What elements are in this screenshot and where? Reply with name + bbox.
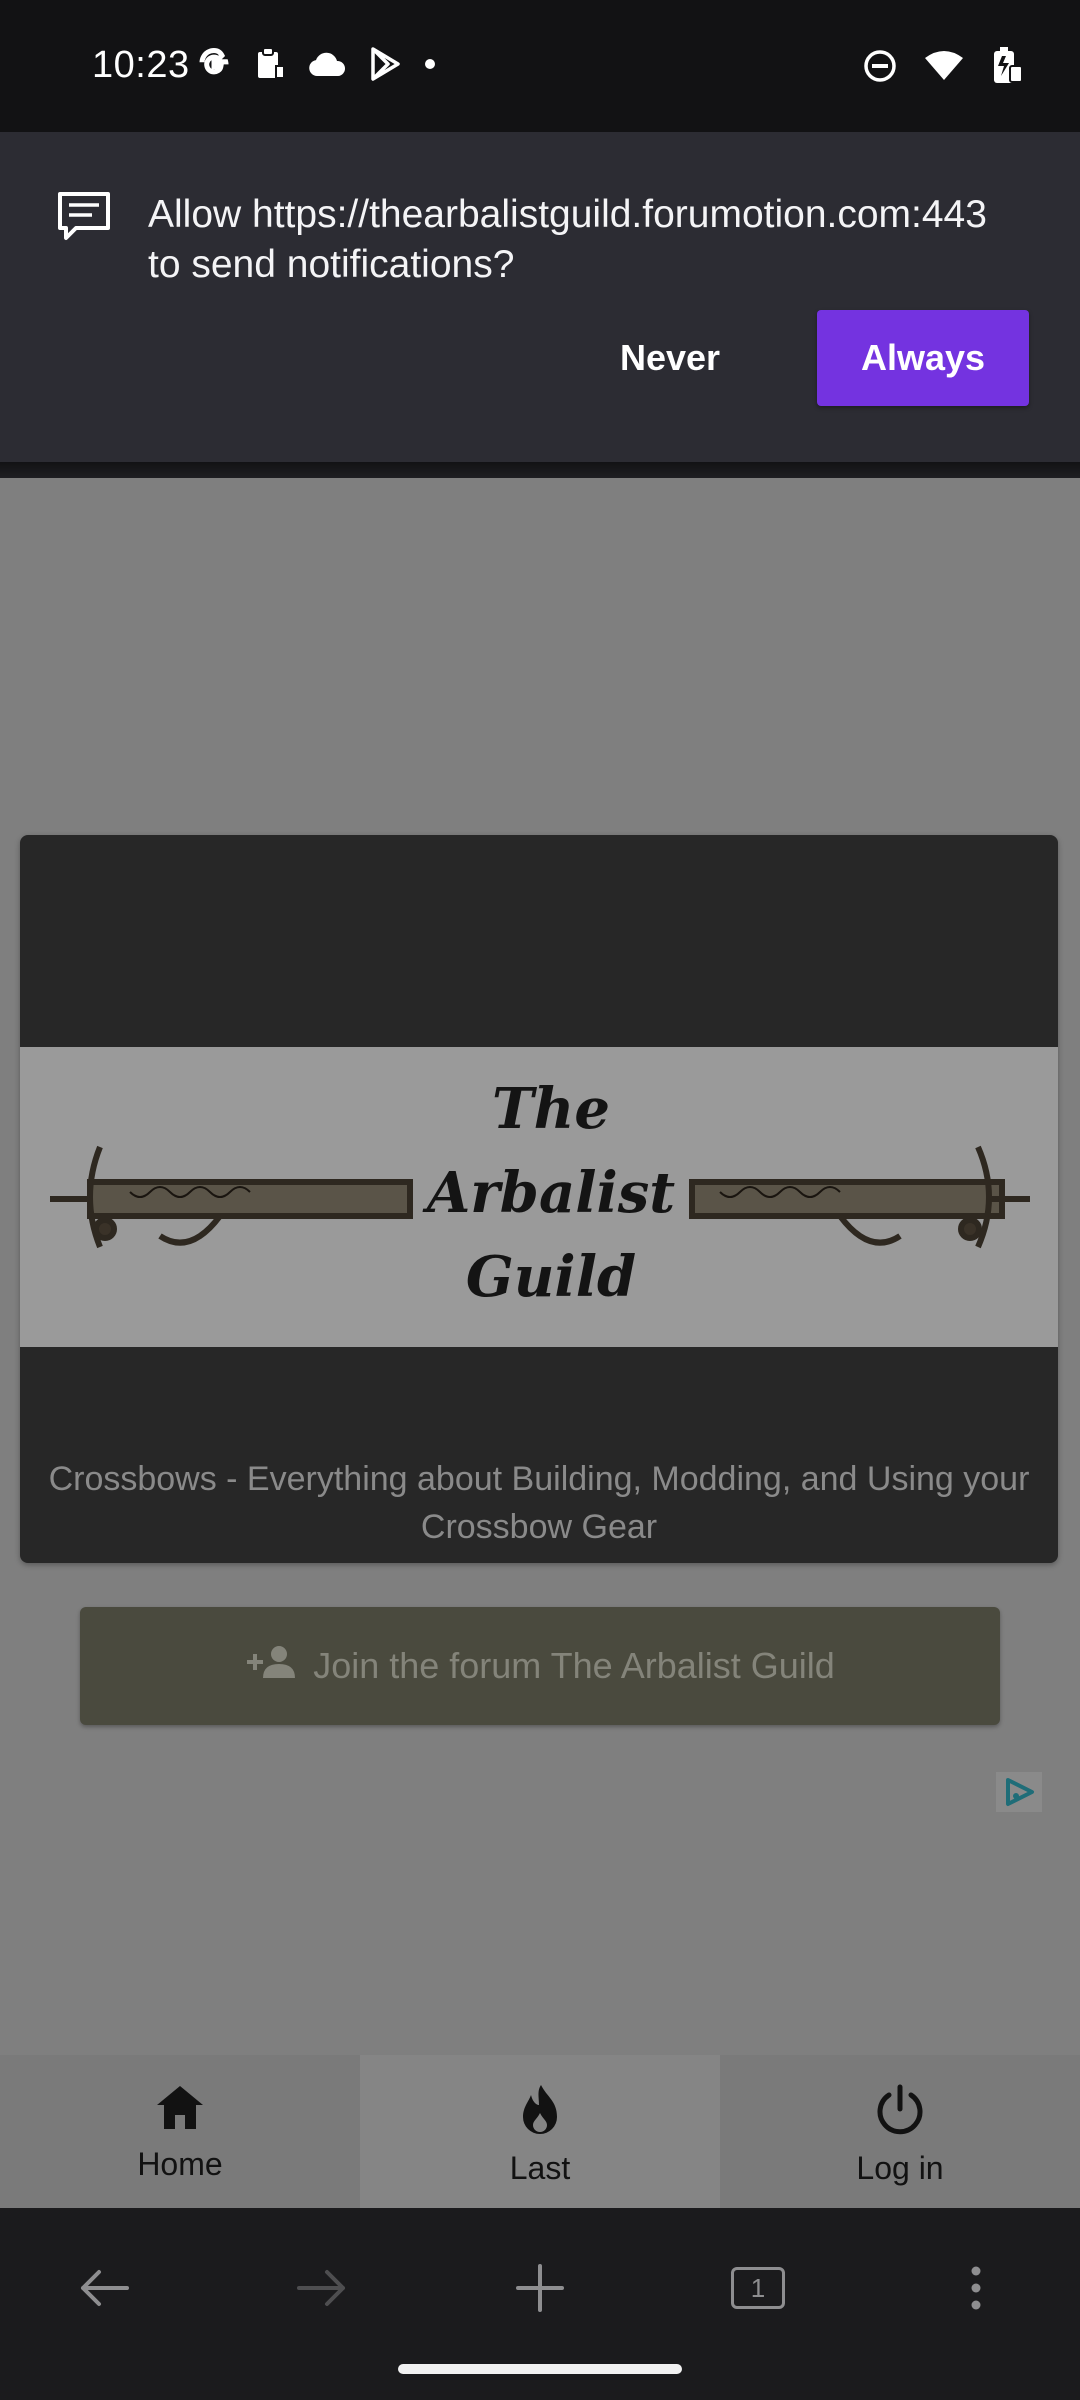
notification-permission-prompt: Allow https://thearbalistguild.forumotio… <box>0 132 1080 462</box>
new-tab-plus-icon[interactable] <box>500 2248 580 2328</box>
status-right-icons <box>862 46 1024 86</box>
join-forum-button[interactable]: Join the forum The Arbalist Guild <box>80 1607 1000 1725</box>
forum-bottom-nav: Home Last Log in <box>0 2055 1080 2208</box>
home-gesture-bar[interactable] <box>398 2364 682 2374</box>
logo-line: Guild <box>465 1244 637 1310</box>
notification-prompt-message: Allow https://thearbalistguild.forumotio… <box>148 193 987 286</box>
logo-line: Arbalist <box>426 1160 676 1226</box>
flame-icon <box>517 2083 563 2142</box>
banner-logo-text: The Arbalist Guild <box>416 1067 686 1319</box>
status-left-icons <box>196 46 436 82</box>
nav-item-home[interactable]: Home <box>0 2055 360 2208</box>
nav-item-last[interactable]: Last <box>360 2055 720 2208</box>
cloud-icon <box>308 50 346 78</box>
forum-tagline: Crossbows - Everything about Building, M… <box>48 1460 1030 1546</box>
status-time: 10:23 <box>92 44 190 86</box>
ad-choices-icon[interactable] <box>996 1772 1042 1817</box>
status-bar: 10:23 <box>0 0 1080 132</box>
add-user-icon <box>245 1644 299 1689</box>
banner-image: The Arbalist Guild <box>20 1047 1058 1347</box>
nav-item-log-in[interactable]: Log in <box>720 2055 1080 2208</box>
never-button[interactable]: Never <box>590 310 750 406</box>
home-icon <box>153 2083 207 2138</box>
clipboard-icon <box>254 46 286 82</box>
back-arrow-icon[interactable] <box>64 2248 144 2328</box>
play-store-icon <box>368 46 402 82</box>
battery-icon <box>990 46 1024 86</box>
logo-line: The <box>491 1076 610 1142</box>
nav-label-log-in: Log in <box>856 2150 944 2186</box>
tab-count: 1 <box>731 2267 785 2309</box>
power-icon <box>873 2083 927 2142</box>
wifi-icon <box>924 50 964 82</box>
join-forum-label: Join the forum The Arbalist Guild <box>313 1645 835 1686</box>
always-button[interactable]: Always <box>817 310 1029 406</box>
more-menu-icon[interactable] <box>936 2248 1016 2328</box>
forward-arrow-icon[interactable] <box>282 2248 362 2328</box>
nav-label-last: Last <box>509 2150 571 2186</box>
prompt-divider <box>0 462 1080 478</box>
google-icon <box>196 46 232 82</box>
message-icon <box>56 190 112 249</box>
forum-banner: The Arbalist Guild Crossbows - Everythin… <box>20 835 1058 1563</box>
tab-switcher-icon[interactable]: 1 <box>718 2248 798 2328</box>
do-not-disturb-icon <box>862 48 898 84</box>
nav-label-home: Home <box>137 2146 223 2182</box>
dot-icon <box>424 58 436 70</box>
